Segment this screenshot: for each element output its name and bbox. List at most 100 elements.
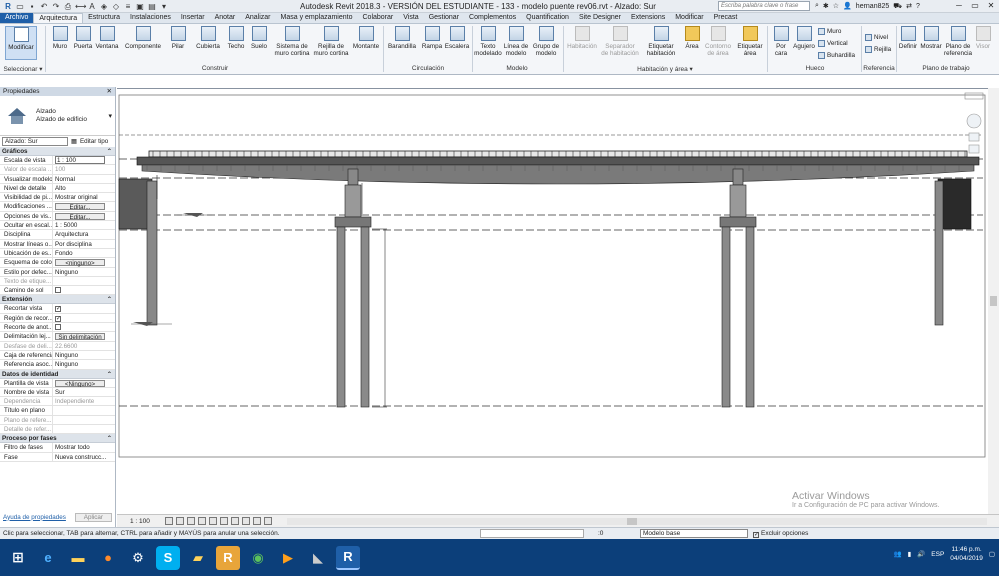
settings-icon[interactable]: ⚙ [126, 546, 150, 570]
property-row[interactable]: Valor de escala ... 100 [0, 165, 115, 175]
skype-icon[interactable]: S [156, 545, 180, 570]
property-row[interactable]: Nombre de vista Sur [0, 387, 115, 398]
horizontal-scrollbar[interactable] [287, 518, 987, 525]
model-text-button[interactable]: Texto modelado [474, 26, 502, 57]
binoculars-icon[interactable]: ⌕ [815, 2, 819, 10]
property-group[interactable]: Gráficos ⌃ [0, 147, 115, 156]
set-button[interactable]: Definir [898, 26, 918, 50]
file-explorer-icon[interactable]: ▰ [186, 546, 210, 570]
collapse-icon[interactable]: ⌃ [107, 370, 112, 378]
property-row[interactable]: Texto de etique... [0, 276, 115, 287]
property-value[interactable]: 100 [53, 165, 115, 173]
view-scale[interactable]: 1 : 100 [117, 518, 165, 525]
property-button[interactable]: Sin delimitación [55, 333, 105, 341]
curtain-system-button[interactable]: Sistema de muro cortina [272, 26, 312, 57]
property-row[interactable]: Región de recor... ✓ [0, 313, 115, 324]
edge-icon[interactable]: e [36, 546, 60, 570]
room-separator-button[interactable]: Separador de habitación [601, 26, 639, 57]
property-row[interactable]: Filtro de fases Mostrar todo [0, 443, 115, 453]
shaft-button[interactable]: Agujero [792, 26, 816, 50]
properties-help-link[interactable]: Ayuda de propiedades [3, 514, 66, 521]
property-value[interactable]: Por disciplina [53, 240, 115, 248]
cart-icon[interactable]: ⛟ [893, 2, 902, 11]
property-checkbox[interactable] [55, 324, 61, 331]
wall-button[interactable]: Muro [50, 26, 70, 50]
area-button[interactable]: Área [682, 26, 702, 50]
property-row[interactable]: Referencia asoc... Ninguno [0, 360, 115, 370]
shadows-icon[interactable] [198, 517, 206, 525]
property-value[interactable]: 22.6600 [53, 342, 115, 350]
property-value[interactable]: Fondo [53, 249, 115, 257]
media-icon[interactable]: ▶ [276, 546, 300, 570]
room-button[interactable]: Habitación [566, 26, 598, 50]
tab-estructura[interactable]: Estructura [83, 13, 125, 23]
viewer-button[interactable]: Visor [973, 26, 993, 50]
drawing-area[interactable] [117, 88, 988, 514]
revit-logo-icon[interactable]: R [3, 2, 13, 11]
collapse-icon[interactable]: ⌃ [107, 434, 112, 442]
property-value[interactable]: Ninguno [53, 360, 115, 368]
revit-active-icon[interactable]: R [336, 545, 360, 570]
column-button[interactable]: Pilar [168, 26, 188, 50]
tab-colaborar[interactable]: Colaborar [358, 13, 399, 23]
visual-style-icon[interactable] [176, 517, 184, 525]
close-views-icon[interactable]: ▣ [135, 2, 145, 11]
floor-button[interactable]: Suelo [248, 26, 270, 50]
network-icon[interactable]: ▮ [908, 550, 912, 558]
tab-quantification[interactable]: Quantification [521, 13, 574, 23]
minimize-icon[interactable]: ─ [951, 0, 967, 12]
help-icon[interactable]: ? [916, 3, 920, 10]
component-button[interactable]: Componente [122, 26, 164, 50]
star-icon[interactable]: ☆ [833, 2, 839, 10]
crop-region-icon[interactable] [220, 517, 228, 525]
windows-start-icon[interactable]: ⊞ [6, 546, 30, 570]
property-row[interactable]: Estilo por defec... Ninguno [0, 267, 115, 277]
property-value[interactable]: Arquitectura [53, 230, 115, 238]
property-value[interactable]: Normal [53, 175, 115, 183]
property-value[interactable]: Ninguno [53, 268, 115, 276]
curtain-grid-button[interactable]: Rejilla de muro cortina [312, 26, 350, 57]
undo-icon[interactable]: ↶ [39, 2, 49, 11]
modify-button[interactable]: Modificar [5, 26, 37, 60]
property-row[interactable]: Visibilidad de pi... Mostrar original [0, 193, 115, 203]
analytical-icon[interactable] [264, 517, 272, 525]
property-row[interactable]: Escala de vista 1 : 100 [0, 156, 115, 166]
detail-level-icon[interactable] [165, 517, 173, 525]
chrome-icon[interactable]: ◉ [246, 546, 270, 570]
collapse-icon[interactable]: ⌃ [107, 295, 112, 303]
mullion-button[interactable]: Montante [351, 26, 381, 50]
save-icon[interactable]: ▪ [27, 2, 37, 11]
property-row[interactable]: Opciones de vis... Editar... [0, 211, 115, 222]
ramp-button[interactable]: Rampa [421, 26, 443, 50]
property-value[interactable] [53, 277, 115, 285]
tab-modificar[interactable]: Modificar [670, 13, 708, 23]
property-row[interactable]: Recortar vista ✓ [0, 304, 115, 314]
panel-habitacion-area[interactable]: Habitación y área ▾ [600, 65, 730, 73]
property-row[interactable]: Modificaciones ... Editar... [0, 202, 115, 212]
property-row[interactable]: Ocultar en escal... 1 : 5000 [0, 221, 115, 231]
measure-icon[interactable]: ⟷ [75, 2, 86, 11]
revit-icon[interactable]: R [216, 545, 240, 570]
type-selector[interactable]: Alzado Alzado de edificio ▾ [0, 96, 115, 136]
property-button[interactable]: <ninguno> [55, 259, 105, 267]
property-checkbox[interactable] [55, 287, 61, 294]
design-option-select[interactable]: Modelo base [640, 529, 748, 538]
property-row[interactable]: Camino de sol [0, 286, 115, 296]
exchange-icon[interactable]: ⇄ [906, 2, 912, 10]
property-value[interactable] [53, 425, 115, 433]
tab-vista[interactable]: Vista [398, 13, 423, 23]
tab-precast[interactable]: Precast [709, 13, 743, 23]
notifications-icon[interactable]: ▢ [989, 550, 995, 558]
property-button[interactable]: Editar... [55, 212, 105, 220]
railing-button[interactable]: Barandilla [386, 26, 418, 50]
lock-icon[interactable] [231, 517, 239, 525]
customize-icon[interactable]: ▾ [159, 2, 169, 11]
tab-masa[interactable]: Masa y emplazamiento [276, 13, 358, 23]
edit-type-button[interactable]: Editar tipo [80, 138, 108, 145]
property-group[interactable]: Proceso por fases ⌃ [0, 434, 115, 444]
property-checkbox[interactable]: ✓ [55, 315, 61, 322]
window-button[interactable]: Ventana [94, 26, 120, 50]
tab-gestionar[interactable]: Gestionar [424, 13, 464, 23]
tab-complementos[interactable]: Complementos [464, 13, 521, 23]
tab-analizar[interactable]: Analizar [240, 13, 275, 23]
